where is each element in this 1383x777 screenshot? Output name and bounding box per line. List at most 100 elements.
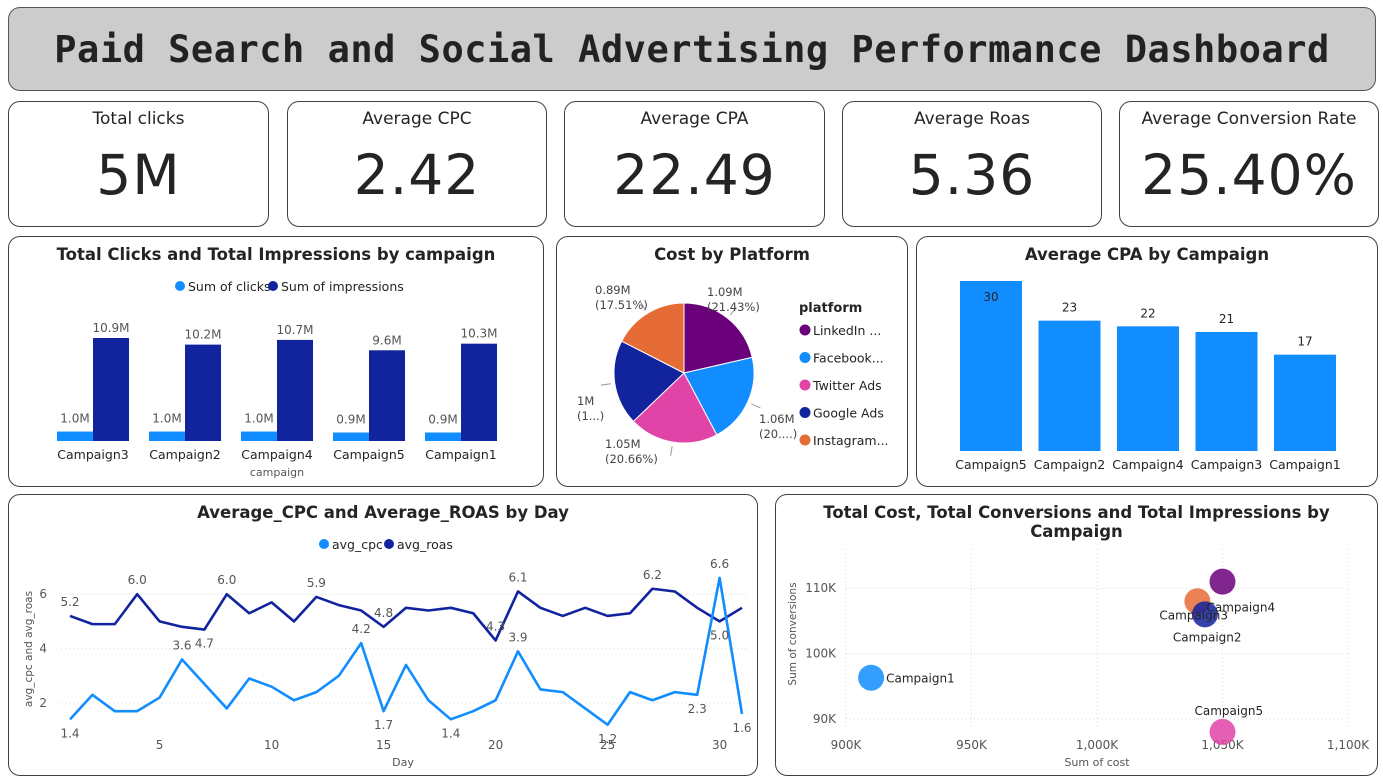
data-label: 22: [1140, 306, 1155, 320]
data-label: 10.9M: [92, 321, 129, 335]
bar-cpa: [1038, 320, 1101, 451]
kpi-card-average-cpc[interactable]: Average CPC 2.42: [287, 101, 547, 227]
x-axis-title: Day: [392, 756, 414, 769]
y-axis-title: avg_cpc and avg_roas: [23, 591, 35, 707]
leader-line: [600, 383, 611, 386]
bar-cpa: [1195, 332, 1258, 451]
x-tick-label: 30: [712, 738, 727, 752]
data-label: 23: [1062, 301, 1077, 315]
legend-title: platform: [799, 301, 862, 316]
bar-impressions: [369, 350, 405, 441]
x-tick-label: 10: [264, 738, 279, 752]
slice-pct-label: (1...): [577, 409, 604, 423]
x-tick-label: Campaign2: [149, 447, 220, 462]
kpi-card-average-cpa[interactable]: Average CPA 22.49: [564, 101, 825, 227]
cpa-by-campaign-svg: 30 Campaign5 23 Campaign2 22 Campaign4 21 Campa…: [955, 281, 1341, 472]
y-axis-title: Sum of conversions: [787, 582, 799, 685]
x-tick-label: Campaign5: [955, 457, 1026, 472]
point-label: 4.7: [195, 637, 214, 651]
scatter-point: [1209, 568, 1236, 595]
legend-label: LinkedIn ...: [813, 323, 881, 338]
y-tick-label: 4: [39, 642, 47, 656]
x-axis-title: Sum of cost: [1064, 756, 1130, 769]
slice-value-label: 0.89M: [595, 283, 631, 297]
kpi-label: Average CPC: [362, 109, 472, 129]
cost-conversions-scatter-chart[interactable]: Total Cost, Total Conversions and Total …: [775, 494, 1378, 776]
x-tick-label: 1,000K: [1076, 738, 1119, 752]
x-tick-label: 950K: [956, 738, 988, 752]
point-label: 1.6: [732, 721, 751, 735]
slice-value-label: 1M: [577, 394, 594, 408]
slice-pct-label: (21.43%): [707, 300, 760, 314]
cost-by-platform-chart[interactable]: Cost by Platform 1.09M (21.43%) 1.06M (20..…: [556, 236, 908, 487]
cost-by-platform-svg: 1.09M(21.43%) 1.06M(20....) 1.05M(20.66%) 1…: [577, 283, 889, 466]
bar-impressions: [277, 339, 313, 441]
point-label: 1.7: [374, 718, 393, 732]
x-tick-label: Campaign4: [241, 447, 312, 462]
cpa-by-campaign-chart[interactable]: Average CPA by Campaign 30 Campaign5 23 Cam…: [916, 236, 1378, 487]
clicks-impressions-svg: Sum of clicks Sum of impressions 1.0M 10.9M…: [57, 279, 498, 479]
data-label: 0.9M: [428, 412, 457, 426]
scatter-point: [858, 664, 885, 691]
kpi-card-total-clicks[interactable]: Total clicks 5M: [8, 101, 269, 227]
point-label: Campaign5: [1195, 704, 1264, 718]
legend-marker: [799, 407, 811, 418]
point-label: 3.9: [508, 630, 527, 644]
x-tick-label: Campaign5: [333, 447, 404, 462]
cpc-roas-by-day-chart[interactable]: Average_CPC and Average_ROAS by Day avg_…: [8, 494, 758, 776]
bar-cpa: [1117, 326, 1179, 451]
point-label: 1.2: [598, 732, 617, 746]
x-tick-label: 900K: [831, 738, 863, 752]
legend-label: Sum of clicks: [188, 279, 270, 294]
point-label: 5.9: [307, 576, 326, 590]
kpi-card-average-roas[interactable]: Average Roas 5.36: [842, 101, 1102, 227]
data-label: 1.0M: [244, 412, 273, 426]
legend-marker: [799, 324, 811, 336]
data-label: 10.7M: [276, 323, 313, 337]
point-label: 2.3: [688, 702, 707, 716]
point-label: 4.2: [352, 622, 371, 636]
kpi-label: Average Conversion Rate: [1141, 109, 1357, 129]
data-label: 0.9M: [336, 412, 365, 426]
x-axis-title: campaign: [250, 466, 304, 479]
y-tick-label: 110K: [805, 581, 837, 595]
legend-marker: [799, 379, 811, 391]
slice-value-label: 1.05M: [605, 437, 641, 451]
data-label: 1.0M: [152, 412, 181, 426]
legend-marker: [384, 539, 394, 549]
point-label: 6.2: [643, 568, 662, 582]
point-label: 6.1: [508, 570, 527, 584]
point-label: 6.0: [217, 573, 236, 587]
data-label: 9.6M: [372, 333, 401, 347]
kpi-value: 2.42: [353, 143, 481, 207]
kpi-value: 25.40%: [1141, 143, 1357, 207]
x-tick-label: Campaign1: [425, 447, 496, 462]
y-tick-label: 100K: [805, 647, 837, 661]
point-label: 4.3: [486, 619, 505, 633]
legend-label: Facebook...: [813, 351, 884, 366]
bar-clicks: [333, 432, 369, 441]
point-label: 5.0: [710, 628, 729, 642]
x-tick-label: Campaign3: [57, 447, 128, 462]
point-label: 1.4: [60, 726, 79, 740]
kpi-card-average-conversion-rate[interactable]: Average Conversion Rate 25.40%: [1119, 101, 1379, 227]
slice-pct-label: (20.66%): [605, 452, 658, 466]
kpi-label: Average CPA: [640, 109, 749, 129]
legend-marker: [799, 434, 811, 446]
leader-line: [751, 403, 761, 409]
x-tick-label: Campaign1: [1269, 457, 1340, 472]
clicks-impressions-chart[interactable]: Total Clicks and Total Impressions by ca…: [8, 236, 544, 487]
data-label: 21: [1219, 312, 1234, 326]
point-label: 5.2: [60, 595, 79, 609]
bar-impressions: [461, 343, 497, 441]
bar-impressions: [185, 344, 221, 441]
point-label: Campaign2: [1173, 630, 1242, 644]
dashboard-title-bar: Paid Search and Social Advertising Perfo…: [8, 7, 1376, 91]
point-label: 4.8: [374, 606, 393, 620]
data-label: 10.3M: [460, 327, 497, 341]
point-label: Campaign1: [886, 672, 955, 686]
bar-clicks: [425, 432, 461, 441]
cpc-roas-by-day-svg: avg_cpc avg_roas2465 10 15 20 25 30Dayavg_cpc …: [23, 537, 752, 769]
data-label: 30: [983, 290, 998, 304]
cost-conversions-scatter-svg: 900K 950K 1,000K 1,050K 1,100K90K100K110KSum…: [787, 549, 1370, 769]
